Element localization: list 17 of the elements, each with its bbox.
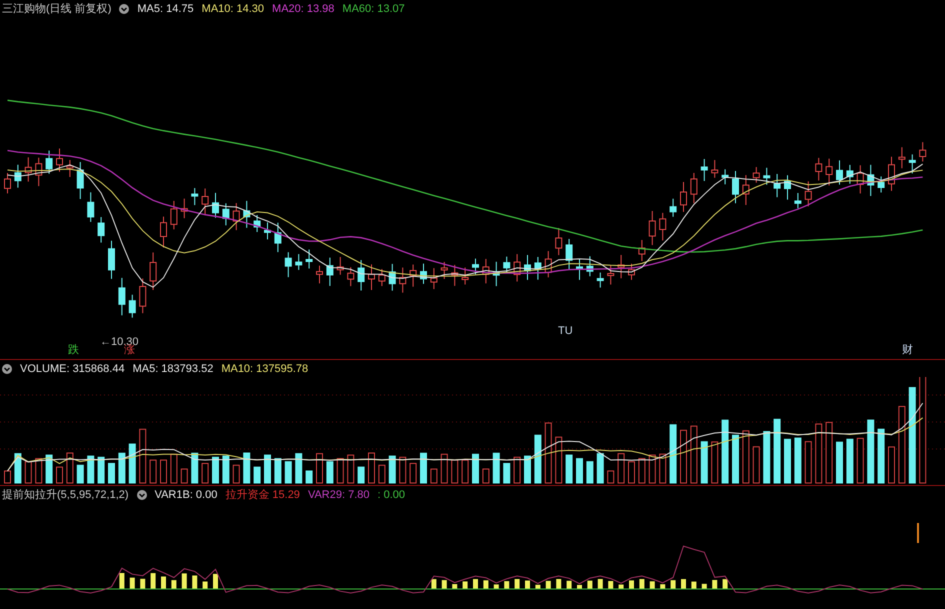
- indicator-value: VAR29: 7.80: [308, 488, 370, 500]
- indicator-value: MA60: 13.07: [342, 2, 405, 14]
- indicator-value: 拉升资金 15.29: [225, 488, 300, 502]
- signal-marker: TU: [558, 325, 573, 337]
- indicator-value: MA5: 183793.52: [132, 362, 214, 374]
- signal-marker: 跌: [68, 344, 79, 356]
- indicator-value: MA20: 13.98: [272, 2, 334, 14]
- signal-marker: 财: [902, 344, 913, 356]
- indicator-value: : 0.00: [378, 488, 406, 500]
- indicator-value: VAR1B: 0.00: [154, 488, 218, 500]
- indicator-value: MA5: 14.75: [137, 2, 194, 14]
- indicator-value: VOLUME: 315868.44: [20, 362, 125, 374]
- indicator-value: MA10: 137595.78: [221, 362, 308, 374]
- indicator-name: 三江购物(日线 前复权): [2, 2, 112, 16]
- indicator-value: MA10: 14.30: [202, 2, 264, 14]
- indicator-name: 提前知拉升(5,5,95,72,1,2): [2, 488, 129, 502]
- signal-marker: 涨: [124, 344, 135, 356]
